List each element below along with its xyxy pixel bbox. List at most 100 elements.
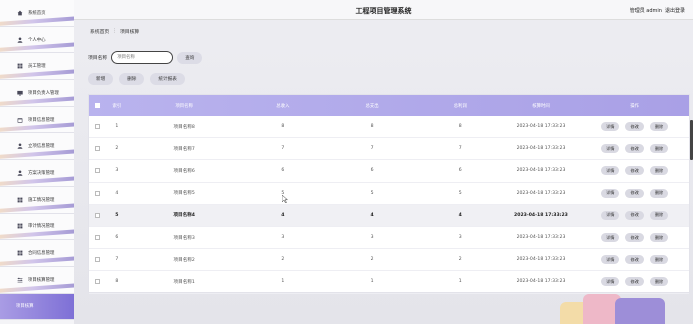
- sidebar-item[interactable]: 立项信息管理: [0, 133, 74, 161]
- detail-button[interactable]: 详情: [601, 166, 620, 176]
- header-time: 核算时间: [532, 103, 550, 109]
- report-button[interactable]: 统计报表: [150, 73, 185, 85]
- sidebar-item[interactable]: 审计情况管理: [0, 213, 74, 241]
- edit-button[interactable]: 修改: [625, 210, 644, 220]
- add-button[interactable]: 新增: [88, 73, 114, 85]
- delete-button[interactable]: 删除: [649, 188, 669, 198]
- row-actions: 详情 修改 删除: [580, 122, 689, 132]
- delete-button[interactable]: 删除: [649, 210, 669, 220]
- person-icon: [16, 169, 23, 176]
- sidebar-item[interactable]: 合同信息管理: [0, 240, 74, 267]
- user-greeting: 管理员 admin: [629, 8, 662, 14]
- edit-button[interactable]: 修改: [625, 144, 644, 154]
- search-button[interactable]: 查询: [177, 51, 203, 64]
- cell-name: 项目名称5: [173, 191, 195, 197]
- header-expense: 总支出: [365, 103, 379, 109]
- row-select-cell: [89, 235, 106, 241]
- edit-button[interactable]: 修改: [625, 233, 644, 243]
- detail-button[interactable]: 详情: [601, 122, 620, 132]
- detail-button[interactable]: 详情: [601, 188, 620, 198]
- cell-expense: 8: [370, 124, 374, 130]
- detail-button[interactable]: 详情: [601, 210, 620, 220]
- detail-button[interactable]: 详情: [601, 233, 620, 243]
- sidebar-item-label: 立项信息管理: [28, 144, 55, 150]
- cell-index: 5: [115, 212, 119, 218]
- table-row: 4 项目名称5 5 5 5 2023-04-18 17:33:23 详情 修改 删除: [89, 183, 689, 205]
- detail-button[interactable]: 详情: [601, 144, 620, 154]
- cell-time: 2023-04-18 17:33:23: [516, 124, 566, 130]
- delete-button[interactable]: 删除: [649, 255, 669, 265]
- row-select-cell: [89, 190, 106, 196]
- row-checkbox[interactable]: [94, 235, 100, 241]
- cell-profit: 6: [458, 168, 462, 174]
- sidebar-item[interactable]: 施工情况管理: [0, 186, 74, 214]
- cell-income: 1: [281, 279, 285, 285]
- delete-button[interactable]: 删除: [649, 122, 669, 132]
- table-row: 5 项目名称4 4 4 4 2023-04-18 17:33:23 详情 修改 删除: [89, 204, 689, 227]
- edit-button[interactable]: 修改: [625, 166, 644, 176]
- cell-profit: 3: [458, 235, 462, 241]
- monitor-icon: [16, 89, 23, 96]
- table-row: 7 项目名称2 2 2 2 2023-04-18 17:33:23 详情 修改 删除: [89, 249, 689, 272]
- row-checkbox[interactable]: [94, 146, 100, 152]
- sidebar-item-label: 施工情况管理: [28, 197, 55, 203]
- cell-time: 2023-04-18 17:33:23: [516, 257, 566, 263]
- row-checkbox[interactable]: [94, 257, 100, 263]
- row-checkbox[interactable]: [94, 168, 100, 174]
- row-select-cell: [89, 279, 106, 285]
- cell-time: 2023-04-18 17:33:23: [516, 168, 566, 174]
- sidebar-item[interactable]: 系统首页: [0, 0, 74, 27]
- cell-time: 2023-04-18 17:33:23: [516, 190, 566, 196]
- cell-profit: 2: [458, 257, 462, 263]
- select-all-checkbox[interactable]: [94, 103, 100, 108]
- cell-name: 项目名称1: [173, 279, 195, 285]
- cell-index: 7: [115, 257, 119, 263]
- row-select-cell: [89, 146, 106, 152]
- header-profit: 总利润: [453, 103, 467, 109]
- edit-button[interactable]: 修改: [625, 255, 644, 265]
- cell-index: 8: [115, 279, 119, 285]
- sidebar-item[interactable]: 员工管理: [0, 53, 74, 81]
- person-icon: [16, 36, 23, 43]
- cell-name: 项目名称7: [173, 146, 195, 152]
- cell-time: 2023-04-18 17:33:23: [516, 235, 566, 241]
- sidebar-item[interactable]: 项目核算: [0, 293, 74, 321]
- row-checkbox[interactable]: [94, 212, 100, 218]
- row-checkbox[interactable]: [94, 190, 100, 196]
- search-label: 项目名称: [88, 56, 108, 61]
- delete-button[interactable]: 删除: [649, 233, 669, 243]
- sidebar-item[interactable]: 项目负责人管理: [0, 80, 74, 107]
- cell-expense: 5: [370, 190, 374, 196]
- edit-button[interactable]: 修改: [625, 122, 644, 132]
- cell-expense: 7: [370, 146, 374, 152]
- sidebar-item[interactable]: 个人中心: [0, 26, 74, 54]
- sidebar-item[interactable]: 项目核算管理: [0, 266, 74, 294]
- sidebar-item[interactable]: 方案决策管理: [0, 160, 74, 187]
- top-bar: 工程项目管理系统 管理员 admin 退出登录: [74, 0, 693, 20]
- cell-income: 2: [281, 257, 285, 263]
- row-checkbox[interactable]: [94, 279, 100, 285]
- detail-button[interactable]: 详情: [601, 255, 620, 265]
- main-content: 项目名称 查询 新增 删除 统计报表 索引 项目名称 总收入 总支出 总利润 核…: [74, 42, 693, 324]
- breadcrumb-home[interactable]: 系统首页: [90, 28, 109, 35]
- mouse-cursor-icon: [282, 195, 288, 203]
- logout-link[interactable]: 退出登录: [665, 7, 685, 14]
- cell-time: 2023-04-18 17:33:23: [516, 146, 566, 152]
- action-bar: 新增 删除 统计报表: [88, 73, 185, 85]
- cell-expense: 2: [370, 257, 374, 263]
- row-checkbox[interactable]: [94, 124, 100, 130]
- row-select-cell: [89, 212, 106, 218]
- delete-button[interactable]: 删除: [649, 144, 669, 154]
- row-actions: 详情 修改 删除: [580, 144, 689, 154]
- breadcrumb: 系统首页 ⋮ 项目核算: [74, 20, 693, 42]
- delete-button[interactable]: 删除: [649, 166, 669, 176]
- edit-button[interactable]: 修改: [625, 188, 644, 198]
- batch-delete-button[interactable]: 删除: [119, 73, 145, 85]
- row-select-cell: [89, 168, 106, 174]
- sidebar-item-label: 项目核算: [16, 304, 34, 310]
- table-body: 1 项目名称8 8 8 8 2023-04-18 17:33:23 详情 修改 删除 2 项目名称7…: [89, 116, 689, 294]
- sidebar-item[interactable]: 项目信息管理: [0, 106, 74, 134]
- search-input[interactable]: [111, 51, 174, 64]
- cell-profit: 4: [458, 212, 462, 218]
- home-icon: [16, 9, 23, 16]
